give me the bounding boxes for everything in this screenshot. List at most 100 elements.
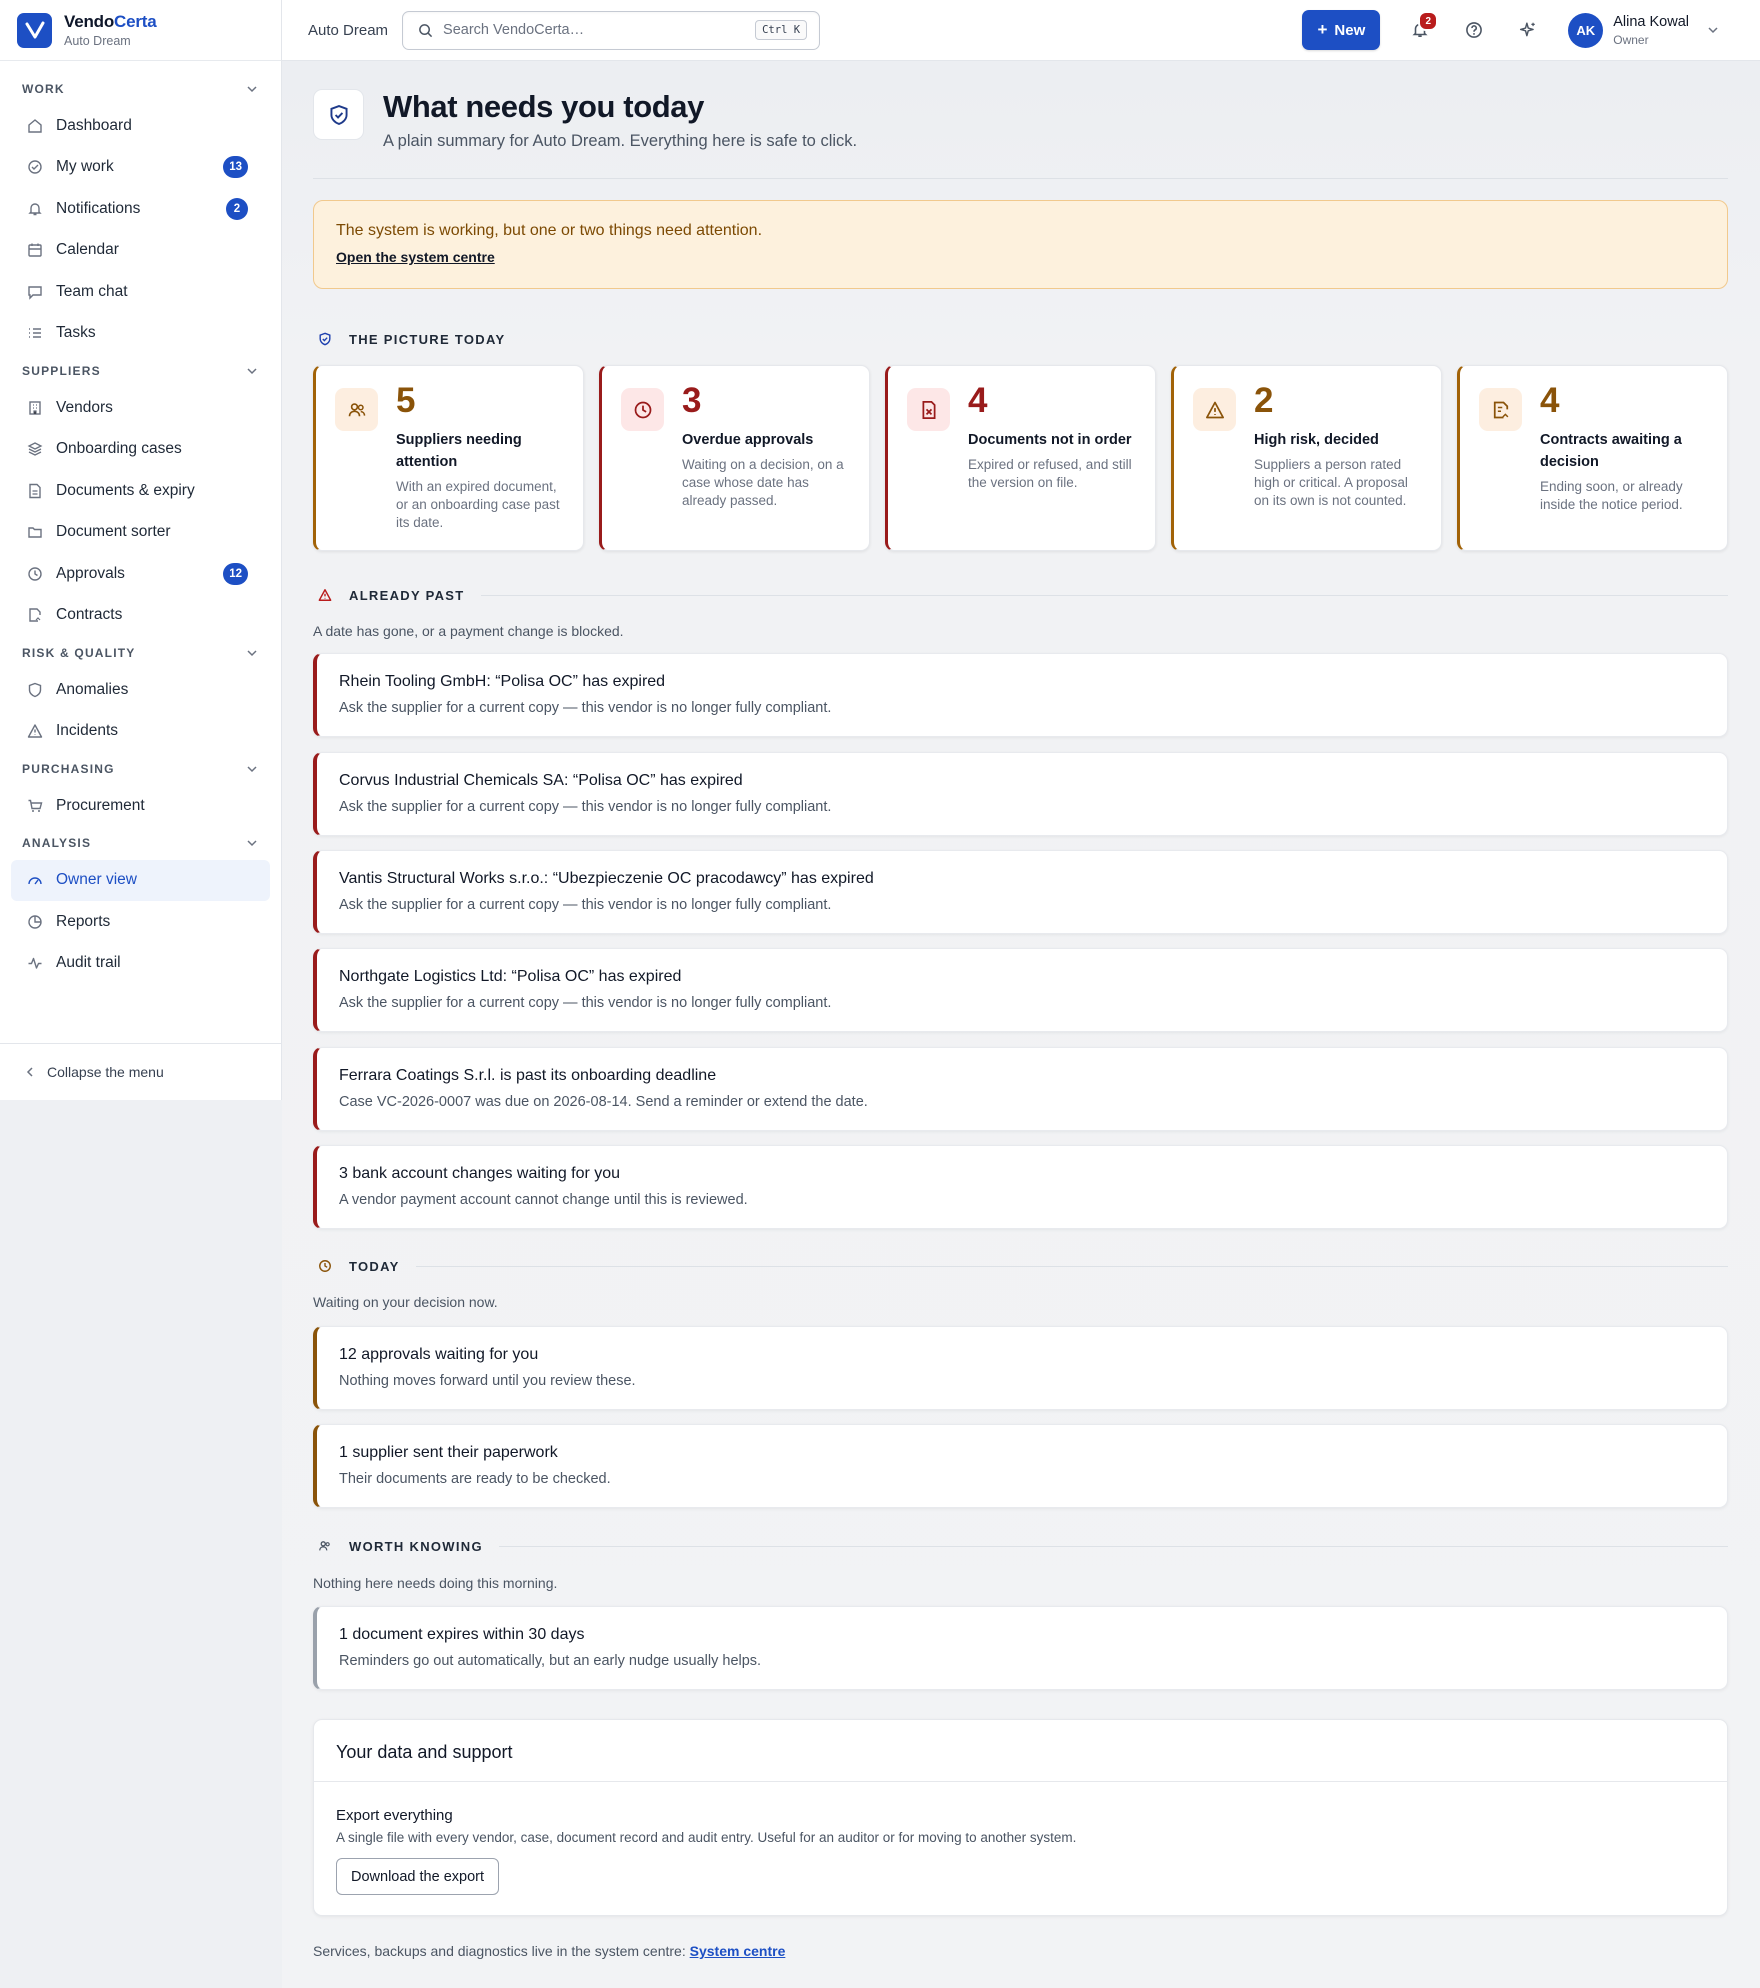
new-button[interactable]: + New [1302,10,1381,50]
list-item[interactable]: Corvus Industrial Chemicals SA: “Polisa … [313,752,1728,836]
brand-logo-icon [17,12,52,48]
help-icon [1466,22,1483,38]
panel-title: Your data and support [314,1720,1727,1782]
assistant-button[interactable] [1510,12,1546,48]
download-export-button[interactable]: Download the export [336,1858,499,1895]
card-value: 5 [396,381,416,420]
card-value: 4 [968,381,988,420]
chevron-down-icon [1708,27,1718,34]
chevron-down-icon [247,840,257,847]
search-placeholder: Search VendoCerta… [443,22,585,38]
notification-badge: 2 [1418,11,1439,31]
shield-icon [26,681,44,699]
list-item[interactable]: Vantis Structural Works s.r.o.: “Ubezpie… [313,850,1728,934]
brand[interactable]: VendoCerta Auto Dream [0,0,281,61]
sidebar-item-contracts[interactable]: Contracts [0,595,270,637]
home-icon [26,117,44,135]
section-subtitle: A date has gone, or a payment change is … [313,623,624,639]
page-subtitle: A plain summary for Auto Dream. Everythi… [383,132,858,150]
building-icon [26,399,44,417]
sidebar-item-notifications[interactable]: Notifications 2 [0,188,270,230]
nav-section-analysis[interactable]: ANALYSIS [0,827,281,860]
sidebar-item-tasks[interactable]: Tasks [0,313,270,355]
sidebar-item-procurement[interactable]: Procurement [0,785,270,827]
users-icon [313,1534,337,1558]
nav-section-risk-quality[interactable]: RISK & QUALITY [0,636,281,669]
list-item[interactable]: 1 supplier sent their paperwork Their doc… [313,1424,1728,1508]
alert-message: The system is working, but one or two th… [336,222,763,239]
card-desc: With an expired document, or an onboardi… [396,479,560,531]
notifications-button[interactable]: 2 [1402,11,1439,48]
clock-icon [313,1254,337,1278]
sidebar-item-my-work[interactable]: My work 13 [0,147,270,189]
summary-card-contracts[interactable]: 4 Contracts awaiting a decision Ending s… [1457,365,1728,551]
workspace-name[interactable]: Auto Dream [308,22,388,39]
page-header: What needs you today A plain summary for… [313,89,1728,179]
list-item[interactable]: 12 approvals waiting for you Nothing move… [313,1326,1728,1410]
section-already-past: ALREADY PAST [313,583,1728,607]
section-picture-today: THE PICTURE TODAY [313,327,1728,351]
cart-icon [26,797,44,815]
list-item[interactable]: Rhein Tooling GmbH: “Polisa OC” has expi… [313,653,1728,737]
page-title: What needs you today [383,89,704,124]
export-description: A single file with every vendor, case, d… [336,1830,1077,1845]
nav-section-work[interactable]: WORK [0,72,281,105]
nav-section-purchasing[interactable]: PURCHASING [0,752,281,785]
card-title: Overdue approvals [682,432,814,448]
sidebar-item-document-sorter[interactable]: Document sorter [0,512,270,554]
list-item[interactable]: Ferrara Coatings S.r.l. is past its onbo… [313,1047,1728,1131]
layers-icon [26,440,44,458]
nav-section-suppliers[interactable]: SUPPLIERS [0,354,281,387]
summary-card-overdue-approvals[interactable]: 3 Overdue approvals Waiting on a decisio… [599,365,870,551]
list-item[interactable]: 1 document expires within 30 days Reminde… [313,1606,1728,1690]
user-menu[interactable]: Alina Kowal Owner [1613,14,1689,47]
summary-card-documents[interactable]: 4 Documents not in order Expired or refu… [885,365,1156,551]
chevron-left-icon [26,1067,33,1077]
pie-chart-icon [26,913,44,931]
card-desc: Ending soon, or already inside the notic… [1540,479,1683,513]
section-worth-knowing: WORTH KNOWING [313,1534,1728,1558]
sidebar-item-calendar[interactable]: Calendar [0,230,270,272]
avatar[interactable]: AK [1568,12,1604,48]
sidebar-item-reports[interactable]: Reports [0,901,270,943]
collapse-menu-button[interactable]: Collapse the menu [0,1043,281,1100]
card-title: High risk, decided [1254,432,1379,448]
sidebar-item-vendors[interactable]: Vendors [0,387,270,429]
search-icon [419,23,433,37]
sidebar-item-audit-trail[interactable]: Audit trail [0,943,270,985]
search-input[interactable]: Search VendoCerta… Ctrl K [402,10,821,50]
bell-icon [26,200,44,218]
sidebar-item-incidents[interactable]: Incidents [0,711,270,753]
summary-cards: 5 Suppliers needing attention With an ex… [313,365,1728,551]
sidebar-item-documents-expiry[interactable]: Documents & expiry [0,470,270,512]
warning-icon [1193,388,1236,431]
card-title: Suppliers needing attention [396,432,522,470]
shield-check-icon [313,327,337,351]
sidebar-item-team-chat[interactable]: Team chat [0,271,270,313]
footer-note: Services, backups and diagnostics live i… [313,1943,786,1959]
card-value: 2 [1254,381,1274,420]
system-centre-link[interactable]: Open the system centre [336,249,495,265]
list-icon [26,324,44,342]
sidebar-item-anomalies[interactable]: Anomalies [0,669,270,711]
card-desc: Expired or refused, and still the versio… [968,457,1132,491]
main-content: What needs you today A plain summary for… [282,61,1760,1988]
card-desc: Suppliers a person rated high or critica… [1254,457,1408,509]
count-badge: 2 [226,197,248,220]
help-button[interactable] [1456,12,1492,48]
sidebar-item-dashboard[interactable]: Dashboard [0,105,270,147]
check-circle-icon [26,158,44,176]
sidebar-item-owner-view[interactable]: Owner view [11,859,270,901]
plus-icon: + [1317,20,1328,39]
sidebar-item-onboarding-cases[interactable]: Onboarding cases [0,429,270,471]
sidebar-item-approvals[interactable]: Approvals 12 [0,553,270,595]
shield-check-icon [313,89,364,140]
system-centre-link[interactable]: System centre [690,1943,786,1959]
list-item[interactable]: 3 bank account changes waiting for you A … [313,1145,1728,1229]
activity-icon [26,954,44,972]
summary-card-high-risk[interactable]: 2 High risk, decided Suppliers a person … [1171,365,1442,551]
card-value: 4 [1540,381,1560,420]
summary-card-suppliers[interactable]: 5 Suppliers needing attention With an ex… [313,365,584,551]
chevron-down-icon [247,765,257,772]
list-item[interactable]: Northgate Logistics Ltd: “Polisa OC” has… [313,948,1728,1032]
